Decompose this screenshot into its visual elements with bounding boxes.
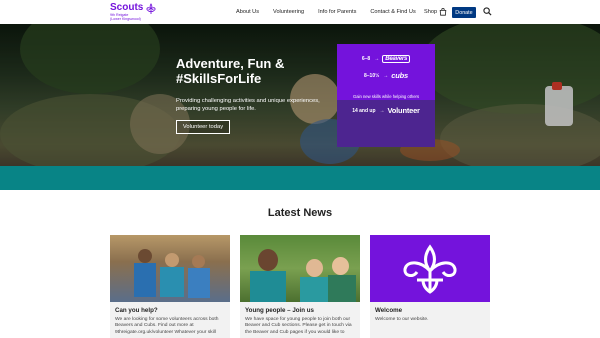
arrow-icon: → [374,56,380,62]
hero-banner [0,24,600,166]
news-excerpt: We have space for young people to join b… [245,317,352,335]
shopping-bag-icon [439,8,447,16]
nav-info-for-parents[interactable]: Info for Parents [318,9,356,15]
site-logo[interactable]: Scouts 9th Reigate (Lower Kingswood) [110,3,157,21]
section-volunteer[interactable]: 14 and up → Volunteer [337,106,435,115]
donate-button[interactable]: Donate [452,7,476,18]
main-nav: About Us Volunteering Info for Parents C… [236,0,416,24]
nav-contact[interactable]: Contact & Find Us [370,9,415,15]
nav-about-us[interactable]: About Us [236,9,259,15]
arrow-icon: → [383,72,389,79]
section-beavers[interactable]: 6–8 → Beavers [337,55,435,63]
news-title: Young people – Join us [245,307,314,314]
sections-tagline: Gain new skills while helping others [352,94,420,99]
site-header: Scouts 9th Reigate (Lower Kingswood) Abo… [0,0,600,24]
age-range: 14 and up [352,107,376,114]
cubs-logo: cubs [391,71,408,80]
latest-news-heading: Latest News [267,207,333,219]
news-title: Welcome [375,307,403,314]
news-excerpt: We are looking for some volunteers acros… [115,317,219,335]
news-image [370,235,490,302]
shop-label: Shop [424,9,438,15]
logo-text: Scouts [110,2,144,13]
search-icon[interactable] [483,7,492,16]
shop-link[interactable]: Shop [424,8,447,16]
hero-text: Providing challenging activities and uni… [176,98,320,112]
logo-subtitle-2: (Lower Kingswood) [110,17,141,21]
fleur-de-lis-icon [146,3,156,14]
fleur-de-lis-icon [403,243,457,294]
volunteer-label: Volunteer [387,106,420,115]
volunteer-today-button[interactable]: Volunteer today [176,120,230,134]
sections-panel: 6–8 → Beavers 8–10½ → cubs Gain new skil… [337,44,435,147]
beavers-logo: Beavers [382,55,411,63]
news-card[interactable]: Can you help? We are looking for some vo… [110,235,230,338]
age-range: 8–10½ [363,72,380,79]
age-range: 6–8 [361,56,371,62]
news-card[interactable]: Welcome Welcome to our website. [370,235,490,338]
arrow-icon: → [379,107,385,114]
news-excerpt: Welcome to our website. [375,317,429,322]
news-image [240,235,360,302]
teal-band [0,166,600,190]
hero-title: Adventure, Fun & #SkillsForLife [176,56,285,86]
news-card[interactable]: Young people – Join us We have space for… [240,235,360,338]
news-title: Can you help? [115,307,158,314]
news-image [110,235,230,302]
nav-volunteering[interactable]: Volunteering [273,9,304,15]
section-cubs[interactable]: 8–10½ → cubs [337,71,435,80]
